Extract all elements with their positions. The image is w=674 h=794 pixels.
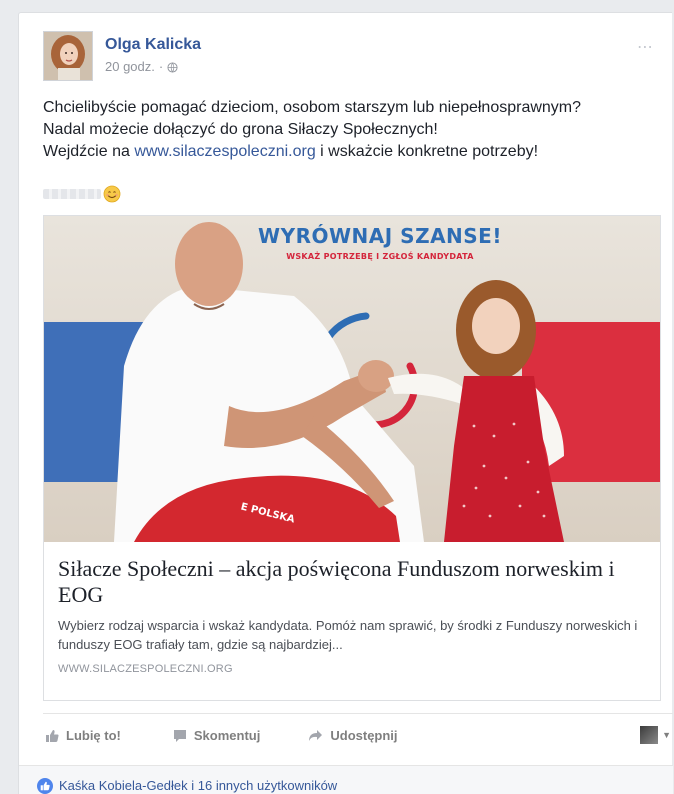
post-actions-bar: Lubię to! Skomentuj Udostępnij ▼ [43,713,673,757]
post-text: Chcielibyście pomagać dzieciom, osobom s… [43,97,673,163]
banner-heading: WYRÓWNAJ SZANSE! [258,224,502,248]
like-button[interactable]: Lubię to! [45,728,121,743]
share-arrow-icon [309,730,323,741]
post-meta: 20 godz. · [105,58,201,76]
reactions-summary[interactable]: Kaśka Kobiela-Gedłek i 16 innych użytkow… [19,765,673,794]
chevron-down-icon: ▼ [662,730,671,740]
post-card: ⋯ Olga Kalicka 20 godz. · Chcielibyście … [18,12,673,794]
avatar[interactable] [43,31,93,81]
like-reaction-icon [37,777,53,794]
post-text-line: Chcielibyście pomagać dzieciom, osobom s… [43,99,582,116]
smiley-face-icon [103,185,121,203]
post-header: Olga Kalicka 20 godz. · [43,31,201,81]
emoji-line [43,185,121,203]
reactions-text[interactable]: Kaśka Kobiela-Gedłek i 16 innych użytkow… [59,778,337,793]
link-preview-body[interactable]: Siłacze Społeczni – akcja poświęcona Fun… [44,542,660,676]
post-as-selector[interactable]: ▼ [640,726,671,744]
link-preview-domain: WWW.SILACZESPOLECZNI.ORG [58,663,233,675]
share-button[interactable]: Udostępnij [308,728,398,743]
link-preview-description: Wybierz rodzaj wsparcia i wskaż kandydat… [58,618,638,652]
meta-separator: · [158,59,164,74]
comment-label: Skomentuj [193,728,261,743]
post-link[interactable]: www.silaczespoleczni.org [134,143,315,160]
post-text-line: Nadal możecie dołączyć do grona Siłaczy … [43,121,438,138]
post-options-icon[interactable]: ⋯ [637,37,654,57]
post-text-line: Wejdźcie na www.silaczespoleczni.org i w… [43,141,673,163]
link-preview-title[interactable]: Siłacze Społeczni – akcja poświęcona Fun… [58,556,646,608]
post-text-fragment: i wskażcie konkretne potrzeby! [315,143,539,160]
share-label: Udostępnij [330,728,398,743]
campaign-banner-image [44,216,660,542]
post-text-fragment: Wejdźcie na [43,143,135,160]
banner-subheading: WSKAŻ POTRZEBĘ I ZGŁOŚ KANDYDATA [286,252,474,261]
thumbs-up-icon [46,729,59,742]
post-timestamp[interactable]: 20 godz. [105,58,155,76]
link-preview[interactable]: WYRÓWNAJ SZANSE! WSKAŻ POTRZEBĘ I ZGŁOŚ … [43,215,661,701]
comment-button[interactable]: Skomentuj [173,728,260,743]
comment-icon [173,729,186,742]
like-label: Lubię to! [66,728,121,743]
author-name[interactable]: Olga Kalicka [105,35,201,55]
obscured-text [43,189,101,199]
link-preview-image[interactable]: WYRÓWNAJ SZANSE! WSKAŻ POTRZEBĘ I ZGŁOŚ … [44,216,660,542]
viewer-avatar [640,726,659,744]
globe-icon[interactable] [167,61,178,73]
